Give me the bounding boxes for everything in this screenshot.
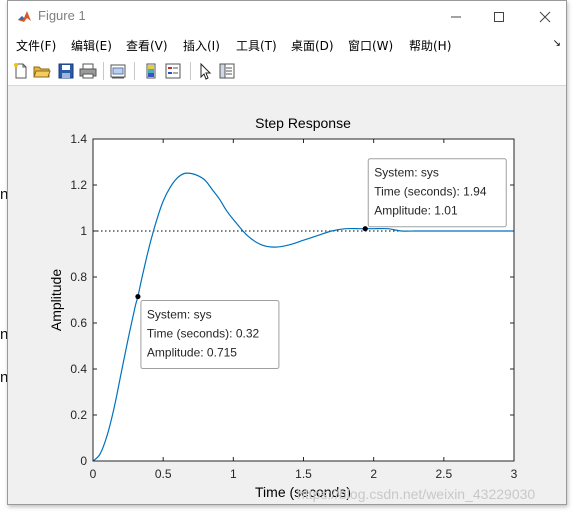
datatip-text: Time (seconds): 0.32 [147, 327, 260, 341]
window-title: Figure 1 [38, 8, 86, 23]
y-tick-label: 0.2 [70, 408, 87, 422]
toolbar-separator [134, 62, 135, 80]
y-tick-label: 1 [80, 224, 87, 238]
link-plot-icon[interactable] [109, 62, 127, 80]
toolbar-separator [190, 62, 191, 80]
y-tick-label: 0.8 [70, 270, 87, 284]
minimize-button[interactable] [433, 1, 479, 32]
x-tick-label: 2 [370, 467, 377, 481]
watermark: https://blog.csdn.net/weixin_43229030 [297, 486, 536, 502]
datatip-marker[interactable] [135, 293, 141, 300]
minimize-icon [451, 16, 461, 17]
y-tick-label: 1.4 [70, 132, 87, 146]
menu-help[interactable]: 帮助(H) [409, 37, 451, 54]
property-inspector-icon[interactable] [218, 62, 236, 80]
toolbar-separator [103, 62, 104, 80]
close-button[interactable] [522, 1, 568, 32]
edit-plot-icon[interactable] [196, 62, 214, 80]
y-tick-label: 1.2 [70, 178, 87, 192]
y-tick-label: 0.6 [70, 316, 87, 330]
maximize-button[interactable] [476, 1, 522, 32]
datatip-text: Time (seconds): 1.94 [374, 185, 487, 199]
insert-legend-icon[interactable] [164, 62, 182, 80]
figure-window: Figure 1 文件(F) 编辑(E) 查看(V) 插入(I) 工具(T) 桌… [7, 0, 567, 505]
x-tick-label: 2.5 [435, 467, 452, 481]
datatip-text: System: sys [147, 308, 212, 322]
menu-bar: 文件(F) 编辑(E) 查看(V) 插入(I) 工具(T) 桌面(D) 窗口(W… [8, 32, 566, 57]
y-tick-label: 0.4 [70, 362, 87, 376]
new-figure-icon[interactable] [12, 62, 30, 80]
y-axis-label: Amplitude [48, 269, 64, 331]
chart-title: Step Response [255, 115, 351, 131]
menu-desktop[interactable]: 桌面(D) [291, 37, 334, 54]
datatip-marker[interactable] [362, 226, 368, 232]
datatip-text: System: sys [374, 166, 439, 180]
toolbar [8, 57, 566, 86]
figure-canvas: Step Response Time (seconds) Amplitude 0… [8, 86, 566, 504]
title-bar[interactable]: Figure 1 [8, 1, 566, 32]
matlab-icon [17, 9, 32, 24]
save-icon[interactable] [57, 62, 75, 80]
insert-colorbar-icon[interactable] [142, 62, 160, 80]
y-tick-label: 0 [80, 454, 87, 468]
x-tick-label: 0 [90, 467, 97, 481]
maximize-icon [494, 11, 504, 22]
datatip-text: Amplitude: 1.01 [374, 204, 458, 218]
close-icon [539, 11, 551, 22]
menu-edit[interactable]: 编辑(E) [71, 37, 112, 54]
x-tick-label: 3 [511, 467, 518, 481]
x-tick-label: 1.5 [295, 467, 312, 481]
menu-overflow-icon[interactable]: ↘ [553, 38, 561, 49]
x-tick-label: 0.5 [155, 467, 172, 481]
menu-view[interactable]: 查看(V) [126, 37, 168, 54]
print-icon[interactable] [79, 62, 97, 80]
menu-window[interactable]: 窗口(W) [348, 37, 393, 54]
step-response-chart[interactable]: Step Response Time (seconds) Amplitude 0… [8, 86, 566, 504]
datatip-text: Amplitude: 0.715 [147, 346, 237, 360]
open-file-icon[interactable] [33, 62, 51, 80]
menu-file[interactable]: 文件(F) [16, 37, 56, 54]
x-tick-label: 1 [230, 467, 237, 481]
menu-tools[interactable]: 工具(T) [236, 37, 277, 54]
menu-insert[interactable]: 插入(I) [183, 37, 220, 54]
